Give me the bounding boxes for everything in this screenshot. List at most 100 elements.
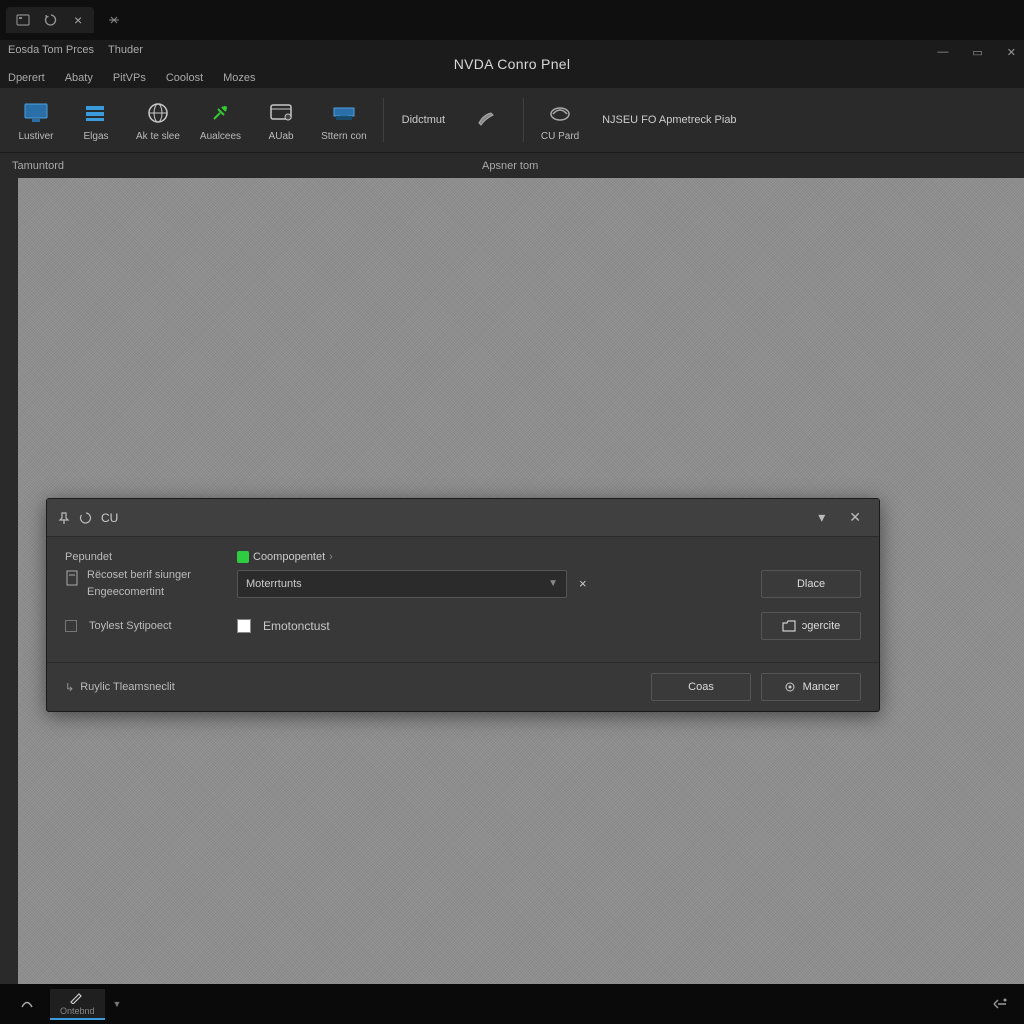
dialog-dropdown-icon[interactable]: ▾ — [810, 505, 833, 530]
tool-label: Didctmut — [402, 114, 445, 126]
dialog-pin-icon[interactable] — [57, 511, 71, 525]
sub-header: Tamuntord Apsner tom — [0, 152, 1024, 178]
settings-dialog: CU ▾ ✕ Pepundet Coompopentet › Rëcoset b… — [46, 498, 880, 712]
menu-row-1: Eosda Tom Prces Thuder — [8, 44, 143, 56]
tag-label: Coompopentet — [253, 551, 325, 563]
checkbox-label: Emotonctust — [263, 619, 330, 633]
minimize-button[interactable]: — — [937, 46, 948, 59]
gear-icon — [783, 680, 797, 694]
taskbar-item-0[interactable] — [8, 994, 46, 1014]
helmet-icon — [546, 99, 574, 127]
menu2-item-2[interactable]: PitVPs — [113, 72, 146, 84]
green-swatch-icon — [237, 551, 249, 563]
menu2-item-0[interactable]: Dperert — [8, 72, 45, 84]
dialog-body: Pepundet Coompopentet › Rëcoset berif si… — [47, 537, 879, 662]
preset-select[interactable]: Moterrtunts ▼ — [237, 570, 567, 598]
tool-sterncon[interactable]: Sttern con — [311, 95, 377, 146]
dialog-close-button[interactable]: ✕ — [841, 505, 869, 530]
tab-app-icon — [14, 11, 32, 29]
paint-icon — [473, 104, 501, 132]
taskbar-pen-icon — [68, 991, 86, 1005]
folder-icon — [782, 619, 796, 633]
status-tag[interactable]: Coompopentet › — [237, 551, 333, 563]
tool-label: Sttern con — [321, 131, 367, 142]
tab-close-button[interactable]: × — [70, 12, 86, 28]
dialog-title: CU — [101, 511, 802, 525]
tool-elgas[interactable]: Elgas — [66, 95, 126, 146]
taskbar-chevron-icon[interactable]: ▼ — [109, 999, 126, 1009]
subheader-right-label: Apsner tom — [470, 160, 538, 172]
main-toolbar: Lustiver Elgas Ak te slee Aualcees AUab … — [0, 88, 1024, 152]
plug-icon — [206, 99, 234, 127]
tool-label: NJSEU FO Apmetreck Piab — [602, 114, 737, 126]
tool-akteslee[interactable]: Ak te slee — [126, 95, 190, 146]
taskbar-app-icon — [18, 996, 36, 1010]
dlace-button[interactable]: Dlace — [761, 570, 861, 598]
menu-row-2: Dperert Abaty PitVPs Coolost Mozes — [8, 72, 256, 84]
dialog-footer: ↳ Ruylic Tleamsneclit Coas Mancer — [47, 662, 879, 711]
active-tab[interactable]: × — [6, 7, 94, 33]
left-gutter — [0, 178, 18, 984]
chevron-right-icon: › — [329, 551, 333, 563]
tool-auab[interactable]: AUab — [251, 95, 311, 146]
tab-refresh-icon[interactable] — [42, 11, 60, 29]
preset-icon — [65, 569, 79, 587]
coas-button[interactable]: Coas — [651, 673, 751, 701]
tool-label: Aualcees — [200, 131, 241, 142]
tool-njseu[interactable]: NJSEU FO Apmetreck Piab — [590, 110, 749, 130]
menu2-item-1[interactable]: Abaty — [65, 72, 93, 84]
tool-label: Elgas — [83, 131, 108, 142]
toolbar-separator — [523, 98, 524, 142]
browser-tabstrip: × — [0, 0, 1024, 40]
button-label: Coas — [688, 681, 714, 693]
dialog-titlebar[interactable]: CU ▾ ✕ — [47, 499, 879, 537]
app-title: NVDA Conro Pnel — [0, 56, 1024, 72]
monitor-icon — [22, 99, 50, 127]
tool-cupard[interactable]: CU Pard — [530, 95, 590, 146]
new-tab-icon[interactable] — [100, 14, 128, 26]
app-header: Eosda Tom Prces Thuder NVDA Conro Pnel —… — [0, 40, 1024, 88]
close-window-button[interactable]: ✕ — [1007, 46, 1016, 59]
tool-label: AUab — [269, 131, 294, 142]
tool-label: CU Pard — [541, 131, 579, 142]
globe-icon — [144, 99, 172, 127]
button-label: Dlace — [797, 578, 825, 590]
taskbar-tray-icon[interactable] — [984, 997, 1016, 1011]
tool-aualcees[interactable]: Aualcees — [190, 95, 251, 146]
window-controls: — ▭ ✕ — [937, 46, 1016, 59]
checkbox-toylest[interactable] — [65, 620, 77, 632]
menu2-item-4[interactable]: Mozes — [223, 72, 255, 84]
clear-select-button[interactable]: × — [579, 576, 587, 591]
button-label: ɔgercite — [802, 620, 841, 632]
generate-button[interactable]: ɔgercite — [761, 612, 861, 640]
taskbar-item-1[interactable]: Ontebnd — [50, 989, 105, 1020]
select-value: Moterrtunts — [246, 578, 302, 590]
subheader-left-label: Tamuntord — [0, 160, 470, 172]
document-area: CU ▾ ✕ Pepundet Coompopentet › Rëcoset b… — [0, 178, 1024, 984]
button-label: Mancer — [803, 681, 840, 693]
tool-lustiver[interactable]: Lustiver — [6, 95, 66, 146]
tool-label: Ak te slee — [136, 131, 180, 142]
row1-line2: Engeecomertint — [87, 584, 191, 601]
menu1-item-0[interactable]: Eosda Tom Prces — [8, 44, 94, 56]
dialog-refresh-icon[interactable] — [79, 511, 93, 525]
chevron-down-icon: ▼ — [548, 578, 558, 589]
window-icon — [267, 99, 295, 127]
footer-label: Ruylic Tleamsneclit — [80, 681, 175, 693]
mancer-button[interactable]: Mancer — [761, 673, 861, 701]
taskbar: Ontebnd ▼ — [0, 984, 1024, 1024]
taskbar-label: Ontebnd — [60, 1006, 95, 1016]
row1-line1: Rëcoset berif siunger — [87, 567, 191, 584]
checkbox-label: Toylest Sytipoect — [89, 620, 172, 632]
stack-icon — [82, 99, 110, 127]
footer-arrow-icon: ↳ — [65, 681, 74, 694]
maximize-button[interactable]: ▭ — [972, 46, 982, 59]
checkbox-emoton[interactable] — [237, 619, 251, 633]
tool-paint[interactable] — [457, 100, 517, 140]
section-heading: Pepundet — [65, 551, 225, 563]
menu2-item-3[interactable]: Coolost — [166, 72, 203, 84]
tool-didctmut[interactable]: Didctmut — [390, 110, 457, 130]
tool-label: Lustiver — [18, 131, 53, 142]
menu1-item-1[interactable]: Thuder — [108, 44, 143, 56]
toolbar-separator — [383, 98, 384, 142]
